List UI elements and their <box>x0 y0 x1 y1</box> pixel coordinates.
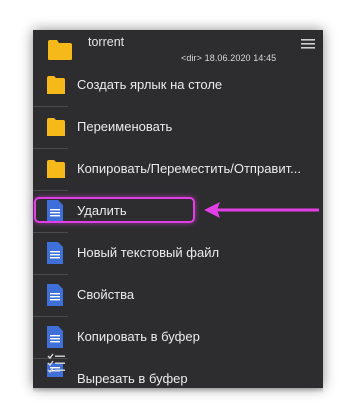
row-divider <box>33 148 68 149</box>
hamburger-icon[interactable] <box>301 38 315 50</box>
menu-item-properties[interactable]: Свойства <box>68 274 323 316</box>
menu-item-label: Вырезать в буфер <box>77 371 188 386</box>
document-icon <box>47 242 63 264</box>
row-divider <box>33 274 68 275</box>
menu-item-create-shortcut[interactable]: Создать ярлык на столе <box>68 64 323 106</box>
row-divider <box>33 190 68 191</box>
checklist-icon <box>47 353 65 373</box>
highlight-box <box>34 197 195 223</box>
menu-item-cut-to-clipboard[interactable]: Вырезать в буфер <box>68 358 323 388</box>
menu-item-label: Свойства <box>77 287 135 302</box>
menu-item-label: Новый текстовый файл <box>77 245 220 260</box>
row-divider <box>33 316 68 317</box>
menu-item-label: Копировать в буфер <box>77 329 200 344</box>
arrow-pointer-icon <box>204 202 319 218</box>
folder-icon <box>47 76 65 94</box>
menu-item-copy-to-clipboard[interactable]: Копировать в буфер <box>68 316 323 358</box>
file-meta: <dir> 18.06.2020 14:45 <box>181 53 277 63</box>
menu-item-label: Копировать/Переместить/Отправит... <box>77 161 301 176</box>
file-row-header[interactable]: torrent <dir> 18.06.2020 14:45 <box>33 30 323 64</box>
menu-item-copy-move-send[interactable]: Копировать/Переместить/Отправит... <box>68 148 323 190</box>
context-menu: Создать ярлык на столе Переименовать Коп… <box>68 64 323 388</box>
document-icon <box>47 326 63 348</box>
folder-icon <box>47 160 65 178</box>
menu-item-label: Создать ярлык на столе <box>77 77 223 92</box>
menu-item-new-text-file[interactable]: Новый текстовый файл <box>68 232 323 274</box>
row-divider <box>33 232 68 233</box>
row-divider <box>33 106 68 107</box>
folder-icon <box>47 118 65 136</box>
document-icon <box>47 284 63 306</box>
file-icon-column <box>33 64 68 388</box>
folder-name: torrent <box>88 35 125 49</box>
folder-icon <box>48 40 72 60</box>
menu-item-label: Переименовать <box>77 119 173 134</box>
menu-item-rename[interactable]: Переименовать <box>68 106 323 148</box>
